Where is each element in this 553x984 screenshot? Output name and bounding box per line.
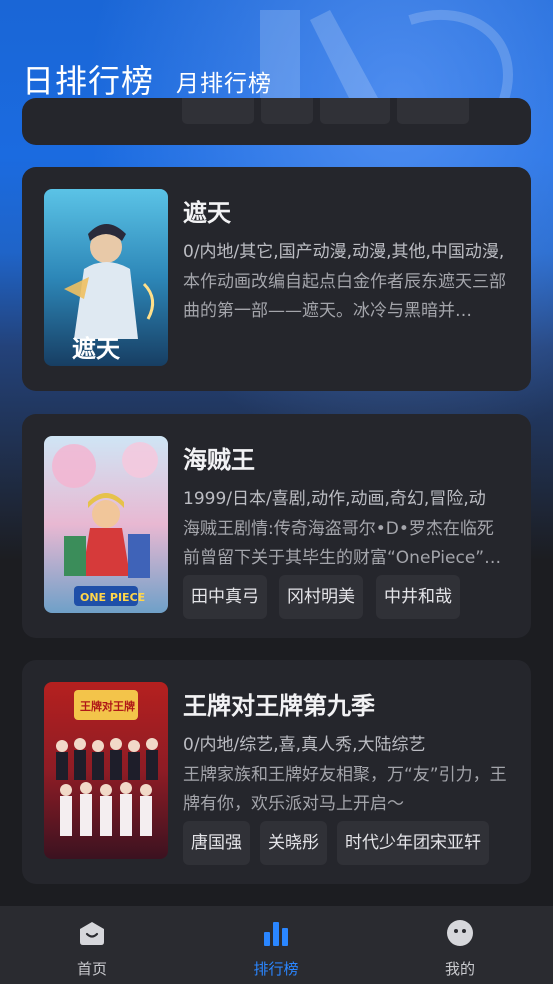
bottom-navigation: 首页 排行榜 我的	[0, 906, 553, 984]
list-item[interactable]: 遮天 遮天 0/内地/其它,国产动漫,动漫,其他,中国动漫, 本作动画改编自起点…	[22, 167, 531, 391]
svg-text:遮天: 遮天	[72, 334, 120, 363]
tab-monthly-ranking[interactable]: 月排行榜	[176, 64, 272, 98]
nav-label: 排行榜	[253, 960, 299, 978]
tag-chip	[182, 98, 254, 124]
poster-image[interactable]: 遮天	[44, 189, 168, 366]
nav-label: 我的	[444, 960, 475, 978]
list-item[interactable]: ONE PIECE 海贼王 1999/日本/喜剧,动作,动画,奇幻,冒险,动 海…	[22, 414, 531, 638]
list-item[interactable]: 王牌对王牌 王牌对王牌第九季 0/内地/综艺,喜,真人秀,大陆综艺 王牌家族和王…	[22, 660, 531, 884]
item-description: 本作动画改编自起点白金作者辰东遮天三部曲的第一部——遮天。冰冷与黑暗并…	[183, 272, 506, 321]
cast-tag[interactable]: 时代少年团宋亚轩	[337, 821, 489, 865]
item-meta: 0/内地/其它,国产动漫,动漫,其他,中国动漫,	[183, 242, 505, 262]
svg-text:ONE PIECE: ONE PIECE	[80, 591, 145, 604]
cast-tag[interactable]: 关晓彤	[260, 821, 327, 865]
item-description: 王牌家族和王牌好友相聚，万“友”引力，王牌有你，欢乐派对马上开启～	[183, 765, 507, 814]
cast-tag[interactable]: 中井和哉	[376, 575, 460, 619]
tag-chip	[261, 98, 313, 124]
cast-tag[interactable]: 田中真弓	[183, 575, 267, 619]
item-meta: 0/内地/综艺,喜,真人秀,大陆综艺	[183, 735, 426, 755]
item-meta: 1999/日本/喜剧,动作,动画,奇幻,冒险,动	[183, 489, 486, 509]
item-title: 遮天	[183, 199, 231, 227]
item-title: 王牌对王牌第九季	[183, 692, 375, 720]
nav-profile[interactable]: 我的	[400, 906, 520, 984]
item-description: 海贼王剧情:传奇海盗哥尔•D•罗杰在临死前曾留下关于其毕生的财富“OnePiec…	[183, 519, 502, 568]
svg-text:王牌对王牌: 王牌对王牌	[80, 699, 135, 713]
nav-ranking[interactable]: 排行榜	[216, 906, 336, 984]
profile-icon	[447, 920, 473, 946]
home-icon	[80, 922, 104, 945]
chart-icon	[264, 922, 288, 946]
poster-image[interactable]: ONE PIECE	[44, 436, 168, 613]
tag-chip	[397, 98, 469, 124]
nav-label: 首页	[76, 960, 107, 978]
nav-home[interactable]: 首页	[32, 906, 152, 984]
cast-tag[interactable]: 唐国强	[183, 821, 250, 865]
poster-image[interactable]: 王牌对王牌	[44, 682, 168, 859]
list-item-partial[interactable]	[22, 98, 531, 145]
cast-tag[interactable]: 冈村明美	[279, 575, 363, 619]
tab-daily-ranking[interactable]: 日排行榜	[22, 56, 154, 102]
item-title: 海贼王	[183, 446, 255, 474]
tag-chip	[320, 98, 390, 124]
